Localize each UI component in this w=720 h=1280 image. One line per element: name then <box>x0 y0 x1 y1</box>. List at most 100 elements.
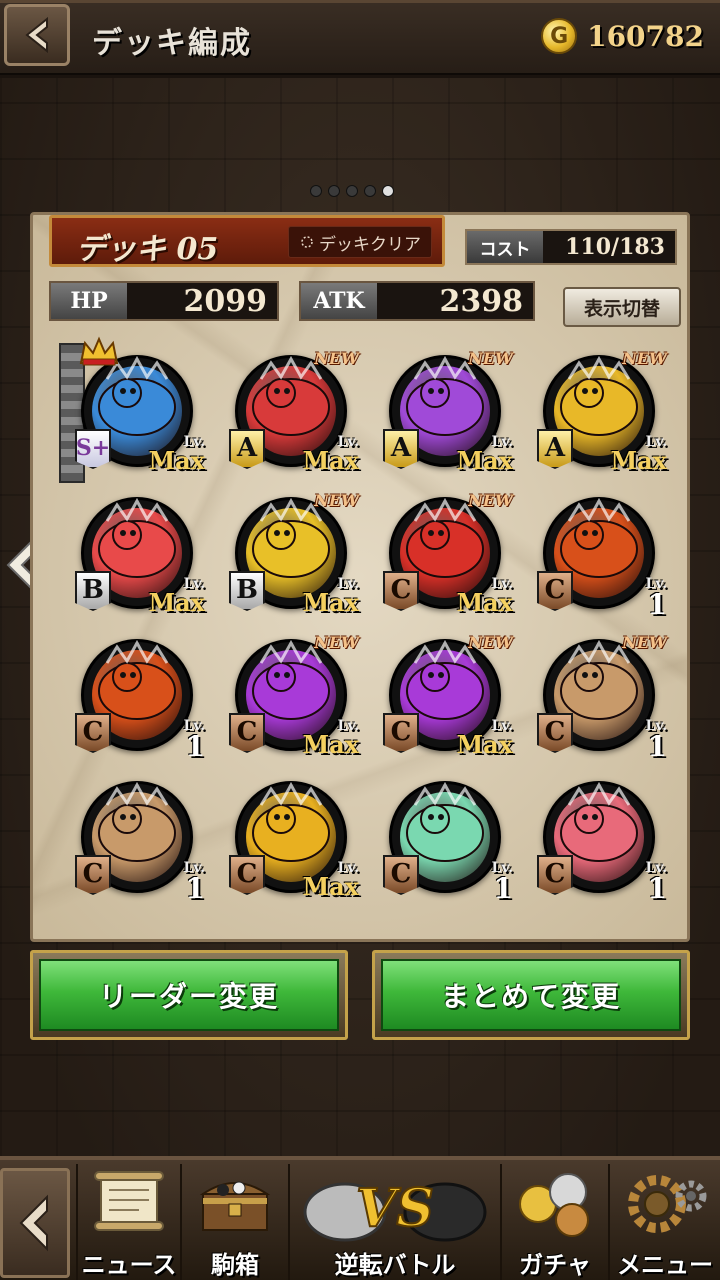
level-value: 1 <box>647 872 667 905</box>
leader-change-label: リーダー変更 <box>39 959 339 1031</box>
deck-header: デッキ 05 デッキクリア <box>49 215 445 267</box>
deck-name: デッキ 05 <box>76 232 219 267</box>
unit-slot[interactable]: NEW A Lv. Max <box>523 343 677 485</box>
unit-slot[interactable]: NEW B Lv. Max <box>215 485 369 627</box>
new-badge: NEW <box>622 349 667 368</box>
level-display: Lv. 1 <box>453 861 513 903</box>
level-value: 1 <box>647 730 667 763</box>
new-badge: NEW <box>314 349 359 368</box>
atk-stat: ATK 2398 <box>299 281 535 321</box>
unit-slot[interactable]: C Lv. 1 <box>61 769 215 911</box>
unit-slot[interactable]: NEW A Lv. Max <box>369 343 523 485</box>
unit-slot[interactable]: NEW C Lv. 1 <box>523 627 677 769</box>
chevron-left-icon <box>19 1194 48 1252</box>
level-display: Lv. Max <box>607 435 667 473</box>
unit-slot[interactable]: B Lv. Max <box>61 485 215 627</box>
nav-gacha[interactable]: ガチャ <box>500 1164 608 1280</box>
nav-news-label: ニュース <box>81 1251 177 1279</box>
level-value: Max <box>302 730 359 759</box>
cost-display: コスト 110/183 <box>465 229 677 265</box>
rank-badge: C <box>229 713 265 753</box>
rank-badge: C <box>383 855 419 895</box>
unit-slot[interactable]: S+ Lv. Max <box>59 336 215 485</box>
level-value: Max <box>456 730 513 759</box>
level-value: 1 <box>647 588 667 621</box>
unit-slot[interactable]: C Lv. 1 <box>523 485 677 627</box>
arrow-left-icon <box>25 16 48 54</box>
bulk-change-label: まとめて変更 <box>381 959 681 1031</box>
vs-battle-icon: VS <box>303 1177 487 1242</box>
unit-slot[interactable]: C Lv. 1 <box>523 769 677 911</box>
unit-slot[interactable]: NEW A Lv. Max <box>215 343 369 485</box>
rank-badge: A <box>229 429 265 469</box>
level-value: 1 <box>185 730 205 763</box>
bottom-nav: ニュース 駒箱 VS 逆転バトル ガチャ メニュー <box>0 1156 720 1280</box>
level-display: Lv. 1 <box>607 577 667 619</box>
coins-icon <box>519 1173 589 1237</box>
nav-news[interactable]: ニュース <box>76 1164 180 1280</box>
rank-badge: C <box>229 855 265 895</box>
level-value: Max <box>302 446 359 475</box>
leader-change-button[interactable]: リーダー変更 <box>30 950 348 1040</box>
nav-gacha-label: ガチャ <box>519 1251 591 1279</box>
deck-clear-label: デッキクリア <box>319 234 421 255</box>
unit-slot[interactable]: C Lv. 1 <box>369 769 523 911</box>
level-display: Lv. Max <box>145 435 205 473</box>
rank-badge: A <box>537 429 573 469</box>
level-value: Max <box>148 446 205 475</box>
nav-back-button[interactable] <box>0 1168 70 1278</box>
rank-badge: C <box>75 713 111 753</box>
display-toggle-button[interactable]: 表示切替 <box>563 287 681 327</box>
deck-clear-button[interactable]: デッキクリア <box>288 226 432 258</box>
rank-badge: C <box>383 713 419 753</box>
level-value: Max <box>456 446 513 475</box>
level-display: Lv. Max <box>453 719 513 757</box>
nav-battle-label: 逆転バトル <box>334 1251 456 1279</box>
unit-slot[interactable]: C Lv. Max <box>215 769 369 911</box>
atk-value: 2398 <box>439 283 524 319</box>
back-button[interactable] <box>4 4 70 66</box>
new-badge: NEW <box>468 491 513 510</box>
new-badge: NEW <box>314 491 359 510</box>
nav-battle[interactable]: VS 逆転バトル <box>288 1164 500 1280</box>
new-badge: NEW <box>468 349 513 368</box>
vs-text: VS <box>356 1178 434 1239</box>
scroll-icon <box>94 1171 164 1231</box>
level-display: Lv. 1 <box>145 719 205 761</box>
top-bar: デッキ編成 G 160782 <box>0 0 720 78</box>
unit-slot[interactable]: C Lv. 1 <box>61 627 215 769</box>
bulk-change-button[interactable]: まとめて変更 <box>372 950 690 1040</box>
unit-slot[interactable]: NEW C Lv. Max <box>369 485 523 627</box>
page-dot[interactable] <box>310 185 322 197</box>
atk-label: ATK <box>301 283 377 319</box>
rank-badge: C <box>537 855 573 895</box>
nav-menu-label: メニュー <box>617 1251 713 1279</box>
hp-value: 2099 <box>183 283 268 319</box>
nav-menu[interactable]: メニュー <box>608 1164 720 1280</box>
coin-icon: G <box>541 18 578 54</box>
hp-label: HP <box>51 283 127 319</box>
level-display: Lv. 1 <box>607 861 667 903</box>
level-display: Lv. 1 <box>607 719 667 761</box>
new-badge: NEW <box>622 633 667 652</box>
page-dot[interactable] <box>364 185 376 197</box>
new-badge: NEW <box>314 633 359 652</box>
unit-slot[interactable]: NEW C Lv. Max <box>215 627 369 769</box>
hp-stat: HP 2099 <box>49 281 279 321</box>
deck-panel: デッキ 05 デッキクリア コスト 110/183 HP 2099 ATK 23… <box>30 212 690 942</box>
coin-value: 160782 <box>587 19 704 53</box>
rank-badge: B <box>75 571 111 611</box>
rank-badge: C <box>75 855 111 895</box>
crown-icon <box>79 336 119 366</box>
cost-label: コスト <box>467 231 543 263</box>
page-dot[interactable] <box>346 185 358 197</box>
page-indicator <box>310 185 394 197</box>
rank-badge: A <box>383 429 419 469</box>
level-display: Lv. 1 <box>145 861 205 903</box>
page-dot[interactable] <box>328 185 340 197</box>
page-dot-active[interactable] <box>382 185 394 197</box>
level-value: Max <box>302 588 359 617</box>
unit-slot[interactable]: NEW C Lv. Max <box>369 627 523 769</box>
level-value: Max <box>610 446 667 475</box>
nav-box[interactable]: 駒箱 <box>180 1164 288 1280</box>
